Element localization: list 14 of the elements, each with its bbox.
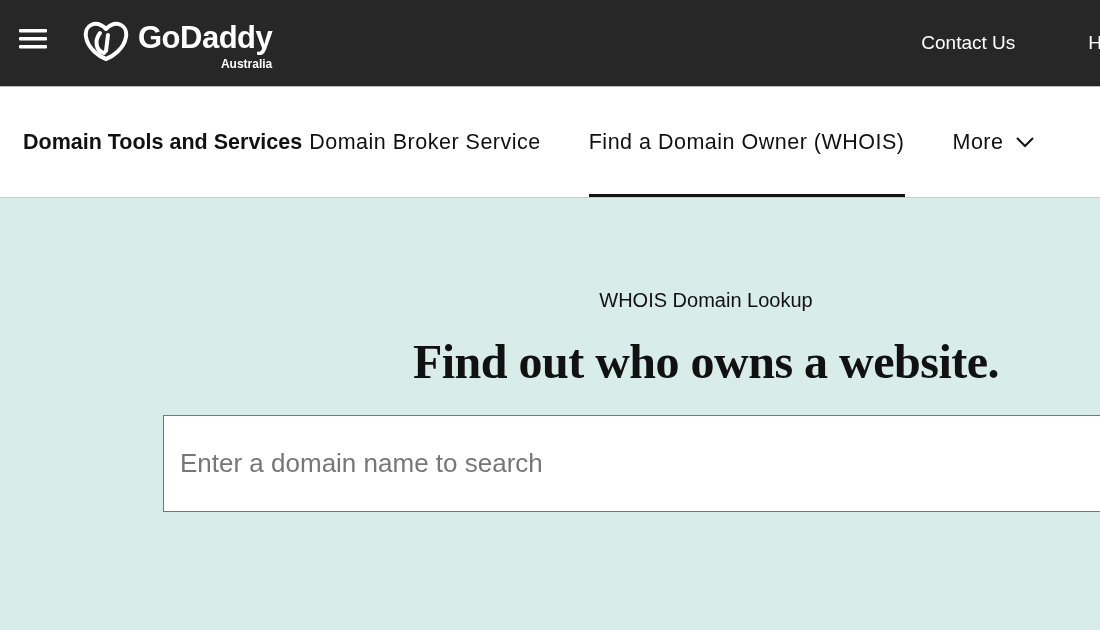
hero-heading: Find out who owns a website. xyxy=(412,334,1000,389)
domain-search-field[interactable]: Enter a domain name to search xyxy=(163,415,1100,512)
nav-tab[interactable]: Domain Broker Service xyxy=(309,87,541,197)
more-dropdown[interactable]: More xyxy=(952,87,1036,197)
menu-icon[interactable] xyxy=(19,28,47,50)
region-label: Australia xyxy=(220,56,273,71)
heart-logo-icon[interactable] xyxy=(82,21,130,62)
header-link[interactable]: H xyxy=(1088,32,1100,54)
nav-heading[interactable]: Domain Tools and Services xyxy=(23,87,303,197)
logo-wordmark[interactable]: GoDaddy xyxy=(138,19,273,57)
nav-tab[interactable]: Find a Domain Owner (WHOIS) xyxy=(588,87,905,197)
header-link[interactable]: Contact Us xyxy=(921,32,1016,54)
chevron-down-icon xyxy=(1015,136,1036,148)
page-eyebrow: WHOIS Domain Lookup xyxy=(599,289,813,312)
